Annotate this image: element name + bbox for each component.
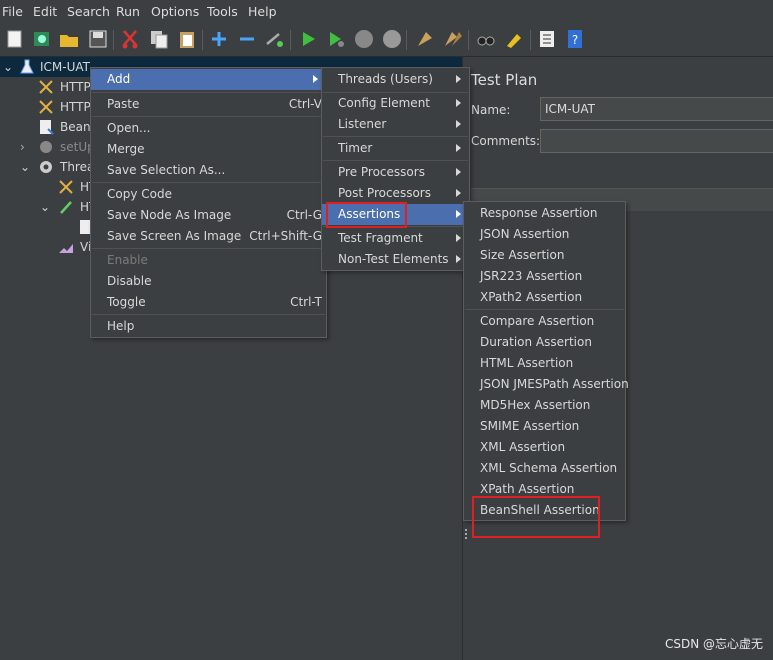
assertion-xpath2[interactable]: XPath2 Assertion <box>464 287 625 308</box>
menu-search[interactable]: Search <box>67 4 110 19</box>
assertion-response[interactable]: Response Assertion <box>464 203 625 224</box>
name-label: Name: <box>471 103 511 117</box>
open-icon[interactable] <box>58 28 80 50</box>
ctx-save-selection[interactable]: Save Selection As... <box>91 160 326 181</box>
ctx-paste[interactable]: Paste Ctrl-V <box>91 94 326 115</box>
assertion-md5hex[interactable]: MD5Hex Assertion <box>464 395 625 416</box>
watermark: CSDN @忘心虚无 <box>664 637 763 651</box>
assertions-submenu: Response Assertion JSON Assertion Size A… <box>463 201 629 521</box>
paste-icon[interactable] <box>176 28 198 50</box>
help-icon[interactable]: ? <box>564 28 586 50</box>
new-icon[interactable] <box>4 28 26 50</box>
reset-search-icon[interactable] <box>503 28 525 50</box>
http-sampler-icon <box>39 100 53 114</box>
add-listener[interactable]: Listener <box>322 114 469 135</box>
ctx-copy-code[interactable]: Copy Code <box>91 184 326 205</box>
ctx-merge[interactable]: Merge <box>91 139 326 160</box>
menu-help[interactable]: Help <box>248 4 277 19</box>
tree-root-label[interactable]: ICM-UAT <box>40 57 90 77</box>
assertion-json[interactable]: JSON Assertion <box>464 224 625 245</box>
copy-icon[interactable] <box>148 28 170 50</box>
name-field[interactable]: ICM-UAT <box>540 97 773 121</box>
assertion-jsr223[interactable]: JSR223 Assertion <box>464 266 625 287</box>
assertion-duration[interactable]: Duration Assertion <box>464 332 625 353</box>
http-sampler-icon <box>39 80 53 94</box>
add-assertions[interactable]: Assertions <box>322 204 469 225</box>
beanshell-icon <box>40 120 54 135</box>
tree-toggle-setup[interactable]: › <box>20 137 25 157</box>
context-menu: Add Paste Ctrl-V Open... Merge Save Selec… <box>90 67 327 338</box>
clear-icon[interactable] <box>414 28 436 50</box>
assertion-json-jmespath[interactable]: JSON JMESPath Assertion <box>464 374 629 395</box>
add-non-test-elements[interactable]: Non-Test Elements <box>322 249 469 270</box>
thread-group-icon <box>40 161 52 173</box>
panel-title: Test Plan <box>471 71 538 89</box>
ctx-help[interactable]: Help <box>91 316 326 337</box>
tree-toggle-root[interactable]: ⌄ <box>3 57 13 77</box>
cut-icon[interactable] <box>119 28 141 50</box>
menu-tools[interactable]: Tools <box>207 4 238 19</box>
tree-toggle-thread-group[interactable]: ⌄ <box>20 157 30 177</box>
assertion-beanshell[interactable]: BeanShell Assertion <box>464 500 625 521</box>
save-icon[interactable] <box>87 28 109 50</box>
add-config-element[interactable]: Config Element <box>322 93 469 114</box>
tree-toggle-http-4[interactable]: ⌄ <box>40 197 50 217</box>
menu-run[interactable]: Run <box>116 4 140 19</box>
listener-icon <box>59 244 73 253</box>
ctx-disable[interactable]: Disable <box>91 271 326 292</box>
http-request-icon <box>60 201 72 214</box>
assertion-xml-schema[interactable]: XML Schema Assertion <box>464 458 625 479</box>
svg-text:?: ? <box>572 33 578 47</box>
ctx-save-node-image[interactable]: Save Node As Image Ctrl-G <box>91 205 326 226</box>
assertion-smime[interactable]: SMIME Assertion <box>464 416 625 437</box>
setup-thread-group-icon <box>40 141 52 153</box>
expand-icon[interactable] <box>208 28 230 50</box>
toolbar: ? <box>0 24 773 57</box>
assertion-size[interactable]: Size Assertion <box>464 245 625 266</box>
ctx-toggle[interactable]: Toggle Ctrl-T <box>91 292 326 313</box>
ctx-add[interactable]: Add <box>91 69 326 90</box>
menu-edit[interactable]: Edit <box>33 4 57 19</box>
clear-all-icon[interactable] <box>442 28 464 50</box>
collapse-icon[interactable] <box>236 28 258 50</box>
ctx-enable: Enable <box>107 253 148 267</box>
assertion-xml[interactable]: XML Assertion <box>464 437 625 458</box>
comments-label: Comments: <box>471 134 541 148</box>
assertion-compare[interactable]: Compare Assertion <box>464 311 625 332</box>
add-threads[interactable]: Threads (Users) <box>322 69 469 90</box>
start-icon[interactable] <box>297 28 319 50</box>
http-sampler-icon <box>59 180 73 194</box>
shutdown-icon[interactable] <box>381 28 403 50</box>
add-submenu: Threads (Users) Config Element Listener … <box>321 67 470 271</box>
menu-options[interactable]: Options <box>151 4 199 19</box>
test-plan-icon <box>20 59 34 74</box>
search-icon[interactable] <box>475 28 497 50</box>
assertion-xpath[interactable]: XPath Assertion <box>464 479 625 500</box>
menu-file[interactable]: File <box>2 4 23 19</box>
ctx-save-screen-image[interactable]: Save Screen As Image Ctrl+Shift-G <box>91 226 326 247</box>
tree-item-http-1[interactable]: HTTP <box>60 77 91 97</box>
stop-icon[interactable] <box>353 28 375 50</box>
menu-bar: File Edit Search Run Options Tools Help <box>0 0 773 25</box>
add-timer[interactable]: Timer <box>322 138 469 159</box>
start-no-pause-icon[interactable] <box>325 28 347 50</box>
comments-field[interactable] <box>540 129 773 153</box>
templates-icon[interactable] <box>31 28 53 50</box>
tree-item-http-2[interactable]: HTTP <box>60 97 91 117</box>
toggle-icon[interactable] <box>263 28 285 50</box>
add-test-fragment[interactable]: Test Fragment <box>322 228 469 249</box>
function-helper-icon[interactable] <box>536 28 558 50</box>
ctx-open[interactable]: Open... <box>91 118 326 139</box>
add-post-processors[interactable]: Post Processors <box>322 183 469 204</box>
assertion-html[interactable]: HTML Assertion <box>464 353 625 374</box>
add-pre-processors[interactable]: Pre Processors <box>322 162 469 183</box>
